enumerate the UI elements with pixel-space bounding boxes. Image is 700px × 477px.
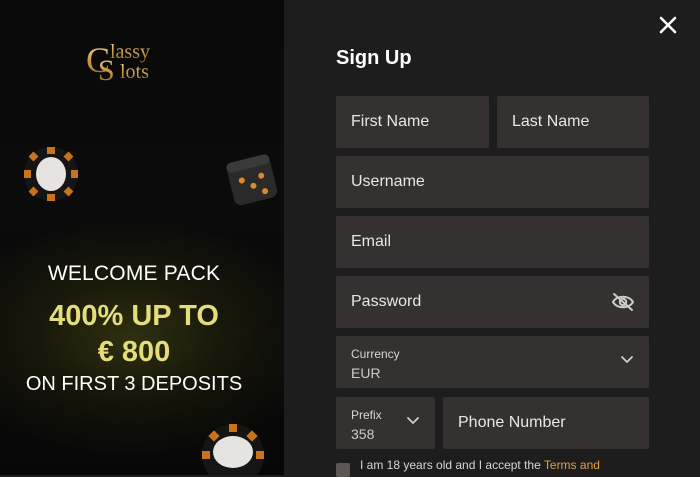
poker-chip-icon [202,424,264,475]
phone-number-placeholder: Phone Number [458,414,566,431]
first-name-input[interactable]: First Name [336,96,489,148]
terms-text: I am 18 years old and I accept the [360,458,544,472]
classy-slots-logo: C lassy S lots [86,40,150,84]
last-name-input[interactable]: Last Name [497,96,649,148]
currency-label: Currency [351,347,400,361]
svg-text:S: S [98,54,115,84]
promo-panel: C lassy S lots WELCOME PACK 400% UP TO €… [0,0,284,475]
username-placeholder: Username [351,173,425,190]
close-icon[interactable] [657,14,679,36]
dice-icon [226,154,278,206]
terms-consent: I am 18 years old and I accept the Terms… [336,458,656,477]
signup-modal: C lassy S lots WELCOME PACK 400% UP TO €… [0,0,700,477]
svg-text:lots: lots [120,61,149,83]
chevron-down-icon [621,356,633,363]
currency-value: EUR [351,365,381,381]
prefix-value: 358 [351,426,375,442]
email-input[interactable]: Email [336,216,649,268]
eye-slash-icon[interactable] [611,292,635,312]
chevron-down-icon [407,417,419,424]
phone-number-input[interactable]: Phone Number [443,397,649,449]
poker-chip-icon [24,147,78,201]
email-placeholder: Email [351,233,392,250]
currency-select[interactable]: Currency EUR [336,336,649,388]
prefix-label: Prefix [351,408,382,422]
last-name-placeholder: Last Name [512,113,590,130]
terms-link[interactable]: Terms and [544,458,600,472]
form-title: Sign Up [336,47,412,69]
promo-bonus-amount: € 800 [97,336,171,368]
promo-bonus-percent: 400% UP TO [49,300,219,332]
password-input[interactable]: Password [336,276,649,328]
phone-prefix-select[interactable]: Prefix 358 [336,397,435,449]
svg-text:lassy: lassy [110,41,150,63]
promo-headline: WELCOME PACK [47,262,221,285]
first-name-placeholder: First Name [351,113,430,130]
password-placeholder: Password [351,293,422,310]
username-input[interactable]: Username [336,156,649,208]
promo-subline: ON FIRST 3 DEPOSITS [25,373,243,395]
